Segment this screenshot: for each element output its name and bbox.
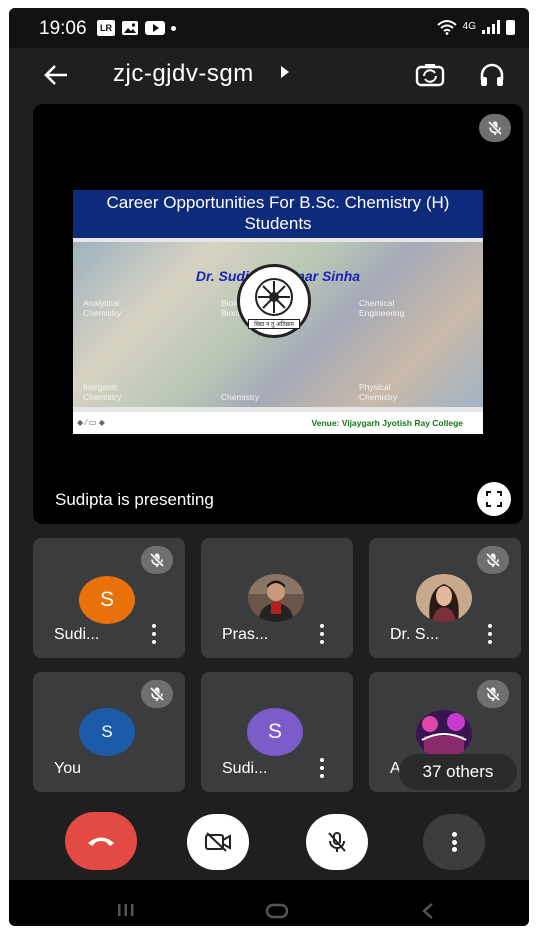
more-vertical-icon[interactable] [315, 756, 329, 780]
slide-topic: Inorganic Chemistry [83, 382, 122, 402]
battery-icon [506, 19, 515, 35]
muted-badge [141, 546, 173, 574]
presenting-label: Sudipta is presenting [55, 490, 214, 509]
slide-nav-icons: ◆ ⁄ ▭ ◆ [77, 418, 105, 427]
institute-emblem-icon: विद्या न तु अतिक्रम [237, 264, 311, 338]
caret-right-icon[interactable] [281, 66, 289, 78]
headphones-icon[interactable] [479, 62, 505, 88]
wifi-icon [436, 20, 457, 35]
meeting-code[interactable]: zjc-gjdv-sgm [113, 60, 254, 88]
android-nav-bar [9, 880, 529, 926]
fullscreen-button[interactable] [477, 482, 511, 516]
presentation-tile[interactable]: Career Opportunities For B.Sc. Chemistry… [33, 104, 523, 524]
mic-off-icon [328, 832, 346, 852]
lr-badge-icon: LR [97, 20, 115, 36]
avatar: S [79, 576, 135, 624]
mic-off-icon [149, 686, 165, 702]
signal-icon [482, 20, 500, 34]
more-vertical-icon[interactable] [147, 622, 161, 646]
participant-name: Sudi... [54, 626, 100, 643]
status-bar: 19:06 LR 4G [9, 8, 529, 48]
slide-title: Career Opportunities For B.Sc. Chemistry… [73, 190, 483, 238]
more-options-button[interactable] [423, 814, 485, 870]
avatar [416, 574, 472, 622]
slide-topic: Physical Chemistry [359, 382, 398, 402]
participant-tile[interactable]: S You [33, 672, 185, 792]
muted-badge [477, 546, 509, 574]
network-type-label: 4G [462, 21, 476, 32]
muted-badge [141, 680, 173, 708]
home-icon[interactable] [265, 902, 289, 920]
slide-topic: Chemical Engineering [359, 298, 405, 318]
photo-icon [122, 21, 138, 35]
mic-off-icon [485, 552, 501, 568]
more-vertical-icon [451, 832, 457, 852]
slide-topic: Analytical Chemistry [83, 298, 122, 318]
slide-body: Dr. Sudipta Kumar Sinha Analytical Chemi… [73, 242, 483, 407]
muted-badge [477, 680, 509, 708]
more-vertical-icon[interactable] [315, 622, 329, 646]
meet-app-screen: 19:06 LR 4G zjc-gjdv-sgm Career Opportun… [9, 8, 529, 926]
dot-icon [171, 25, 176, 31]
avatar [248, 574, 304, 622]
participant-tile[interactable]: Dr. S... [369, 538, 521, 658]
avatar: S [247, 708, 303, 756]
participant-tile[interactable]: Pras... [201, 538, 353, 658]
back-arrow-icon[interactable] [43, 64, 69, 86]
fullscreen-icon [486, 491, 502, 507]
back-nav-icon[interactable] [421, 902, 435, 920]
slide-footer: ◆ ⁄ ▭ ◆ Venue: Vijaygarh Jyotish Ray Col… [73, 412, 483, 434]
participant-name: Sudi... [222, 760, 268, 777]
phone-hangup-icon [88, 837, 114, 846]
status-system-icons: 4G [436, 19, 515, 35]
mic-off-icon [149, 552, 165, 568]
mic-off-icon [487, 120, 503, 136]
camera-off-icon [205, 832, 231, 852]
status-time: 19:06 [39, 18, 87, 39]
slide-topic: Chemistry [221, 392, 260, 402]
others-count-pill[interactable]: 37 others [399, 754, 517, 790]
status-notification-icons: LR [97, 20, 176, 36]
switch-camera-icon[interactable] [415, 62, 445, 88]
slide-venue: Venue: Vijaygarh Jyotish Ray College [311, 418, 463, 428]
avatar: S [79, 708, 135, 756]
meeting-header: zjc-gjdv-sgm [9, 48, 529, 104]
participant-name: Pras... [222, 626, 269, 643]
emblem-motto: विद्या न तु अतिक्रम [248, 319, 300, 329]
mic-off-icon [485, 686, 501, 702]
camera-toggle-button[interactable] [187, 814, 249, 870]
recent-apps-icon[interactable] [117, 902, 135, 918]
participant-name: You [54, 760, 81, 777]
participant-tile[interactable]: S Sudi... [33, 538, 185, 658]
end-call-button[interactable] [65, 812, 137, 870]
shared-slide: Career Opportunities For B.Sc. Chemistry… [73, 190, 483, 434]
participant-tile[interactable]: S Sudi... [201, 672, 353, 792]
more-vertical-icon[interactable] [483, 622, 497, 646]
presentation-muted-badge [479, 114, 511, 142]
participant-name: Dr. S... [390, 626, 439, 643]
youtube-icon [145, 21, 165, 35]
mic-toggle-button[interactable] [306, 814, 368, 870]
avatar [416, 710, 472, 758]
